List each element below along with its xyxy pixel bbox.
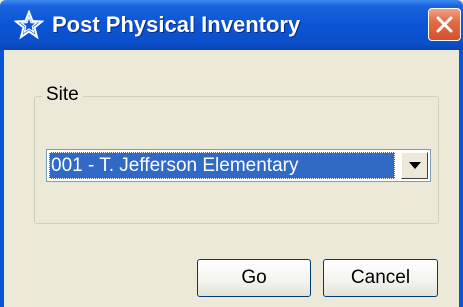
site-group-label: Site [42,84,83,106]
site-select-dropdown-button[interactable] [401,152,428,179]
site-select[interactable]: 001 - T. Jefferson Elementary [46,149,431,182]
chevron-down-icon [408,162,421,169]
close-icon [436,16,453,33]
close-button[interactable] [428,8,461,41]
window-title: Post Physical Inventory [52,12,301,37]
star-outline-icon [13,9,45,40]
title-bar[interactable]: Post Physical Inventory [0,0,463,50]
dialog-window: Post Physical Inventory Site 001 - T. Je… [0,0,463,307]
window-border-left [0,50,4,307]
cancel-button[interactable]: Cancel [323,259,438,297]
site-select-value[interactable]: 001 - T. Jefferson Elementary [49,152,395,179]
window-border-right [459,50,463,307]
go-button[interactable]: Go [197,259,311,297]
